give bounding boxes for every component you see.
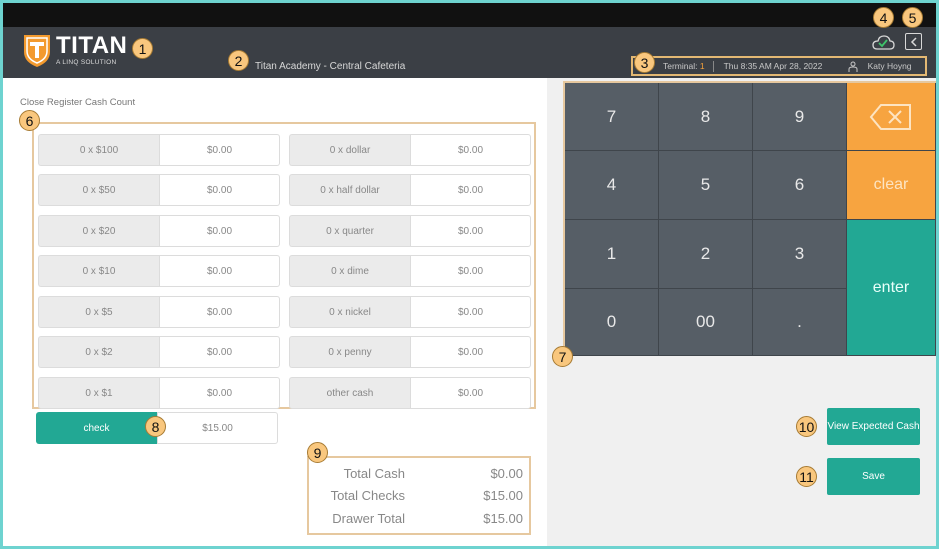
callout-3: 3 (634, 52, 655, 73)
terminal-number: 1 (699, 60, 705, 71)
denomination-grid: 0 x $100 $0.00 0 x dollar $0.00 0 x $5 0 … (32, 122, 536, 409)
totals-box: Total Cash $0.00 Total Checks $15.00 Drawe… (307, 456, 531, 535)
coin-dollar-amount[interactable]: $0.00 (410, 134, 531, 166)
bill-2-count[interactable]: 0 x $2 (38, 336, 159, 368)
backspace-icon (869, 103, 911, 130)
panel-title: Close Register Cash Count (20, 97, 136, 108)
callout-1: 1 (132, 38, 153, 59)
total-checks-label: Total Checks (330, 488, 405, 504)
coin-quarter-amount[interactable]: $0.00 (410, 215, 531, 247)
callout-10: 10 (796, 416, 817, 437)
callout-8: 8 (145, 416, 166, 437)
terminal-label: Terminal: (663, 60, 698, 71)
bill-5-count[interactable]: 0 x $5 (38, 296, 159, 328)
drawer-total-row: Drawer Total $15.00 (309, 507, 529, 530)
app-frame: TITAN A LINQ SOLUTION Titan Academy - Ce… (3, 3, 936, 546)
clear-key[interactable]: clear (847, 151, 936, 220)
bill-1-amount[interactable]: $0.00 (159, 377, 280, 409)
cloud-check-icon (872, 35, 895, 50)
drawer-total-value: $15.00 (483, 510, 523, 526)
bill-5-amount[interactable]: $0.00 (159, 296, 280, 328)
other-cash-amount[interactable]: $0.00 (410, 377, 531, 409)
callout-5: 5 (902, 7, 923, 28)
cash-count-panel: Close Register Cash Count 0 x $100 $0.00… (3, 78, 547, 546)
coin-dollar-count[interactable]: 0 x dollar (289, 134, 410, 166)
key-decimal[interactable]: . (753, 289, 847, 356)
chevron-left-icon (910, 36, 917, 47)
coin-penny-amount[interactable]: $0.00 (410, 336, 531, 368)
bill-20-count[interactable]: 0 x $20 (38, 215, 159, 247)
bill-10-count[interactable]: 0 x $10 (38, 255, 159, 287)
callout-9: 9 (307, 442, 328, 463)
cloud-sync-button[interactable] (871, 33, 895, 51)
key-0[interactable]: 0 (565, 289, 659, 356)
check-amount[interactable]: $15.00 (157, 412, 278, 444)
save-button[interactable]: Save (827, 458, 920, 495)
key-3[interactable]: 3 (753, 220, 847, 289)
brand-subtitle: A LINQ SOLUTION (56, 59, 117, 66)
coin-nickel-count[interactable]: 0 x nickel (289, 296, 410, 328)
key-6[interactable]: 6 (753, 151, 847, 220)
callout-6: 6 (19, 110, 40, 131)
bill-1-count[interactable]: 0 x $1 (38, 377, 159, 409)
coin-nickel-amount[interactable]: $0.00 (410, 296, 531, 328)
key-5[interactable]: 5 (659, 151, 753, 220)
shield-logo-icon (24, 35, 50, 67)
key-1[interactable]: 1 (565, 220, 659, 289)
key-7[interactable]: 7 (565, 83, 659, 151)
bill-50-count[interactable]: 0 x $50 (38, 174, 159, 206)
bill-100-amount[interactable]: $0.00 (159, 134, 280, 166)
datetime: Thu 8:35 AM Apr 28, 2022 (723, 61, 823, 71)
coin-dime-amount[interactable]: $0.00 (410, 255, 531, 287)
key-9[interactable]: 9 (753, 83, 847, 151)
coin-half-dollar-amount[interactable]: $0.00 (410, 174, 531, 206)
bill-10-amount[interactable]: $0.00 (159, 255, 280, 287)
coin-quarter-count[interactable]: 0 x quarter (289, 215, 410, 247)
total-cash-label: Total Cash (343, 465, 405, 481)
terminal-status-bar: Terminal: 1 Thu 8:35 AM Apr 28, 2022 Kat… (631, 56, 927, 76)
back-button[interactable] (905, 33, 922, 50)
numeric-keypad: 7 8 9 4 5 6 clear 1 2 3 enter 0 00 . (563, 81, 936, 356)
other-cash-label[interactable]: other cash (289, 377, 410, 409)
total-checks-row: Total Checks $15.00 (309, 485, 529, 508)
view-expected-cash-button[interactable]: View Expected Cash (827, 408, 920, 445)
coin-penny-count[interactable]: 0 x penny (289, 336, 410, 368)
bill-20-amount[interactable]: $0.00 (159, 215, 280, 247)
key-00[interactable]: 00 (659, 289, 753, 356)
user-name: Katy Hoyng (867, 61, 912, 71)
total-cash-value: $0.00 (490, 465, 523, 481)
key-2[interactable]: 2 (659, 220, 753, 289)
callout-2: 2 (228, 50, 249, 71)
callout-11: 11 (796, 466, 817, 487)
drawer-total-label: Drawer Total (332, 510, 405, 526)
callout-4: 4 (873, 7, 894, 28)
coin-dime-count[interactable]: 0 x dime (289, 255, 410, 287)
enter-key[interactable]: enter (847, 220, 936, 356)
bill-2-amount[interactable]: $0.00 (159, 336, 280, 368)
user-info: Katy Hoyng (842, 61, 912, 72)
brand-name: TITAN (56, 32, 128, 59)
backspace-key[interactable] (847, 83, 936, 151)
callout-7: 7 (552, 346, 573, 367)
total-checks-value: $15.00 (483, 488, 523, 504)
total-cash-row: Total Cash $0.00 (309, 462, 529, 485)
location-name: Titan Academy - Central Cafeteria (255, 61, 406, 72)
top-bar (3, 3, 936, 27)
key-8[interactable]: 8 (659, 83, 753, 151)
key-4[interactable]: 4 (565, 151, 659, 220)
bill-100-count[interactable]: 0 x $100 (38, 134, 159, 166)
coin-half-dollar-count[interactable]: 0 x half dollar (289, 174, 410, 206)
check-button[interactable]: check (36, 412, 157, 444)
user-icon (848, 61, 858, 72)
titan-logo: TITAN A LINQ SOLUTION (23, 34, 127, 68)
bill-50-amount[interactable]: $0.00 (159, 174, 280, 206)
